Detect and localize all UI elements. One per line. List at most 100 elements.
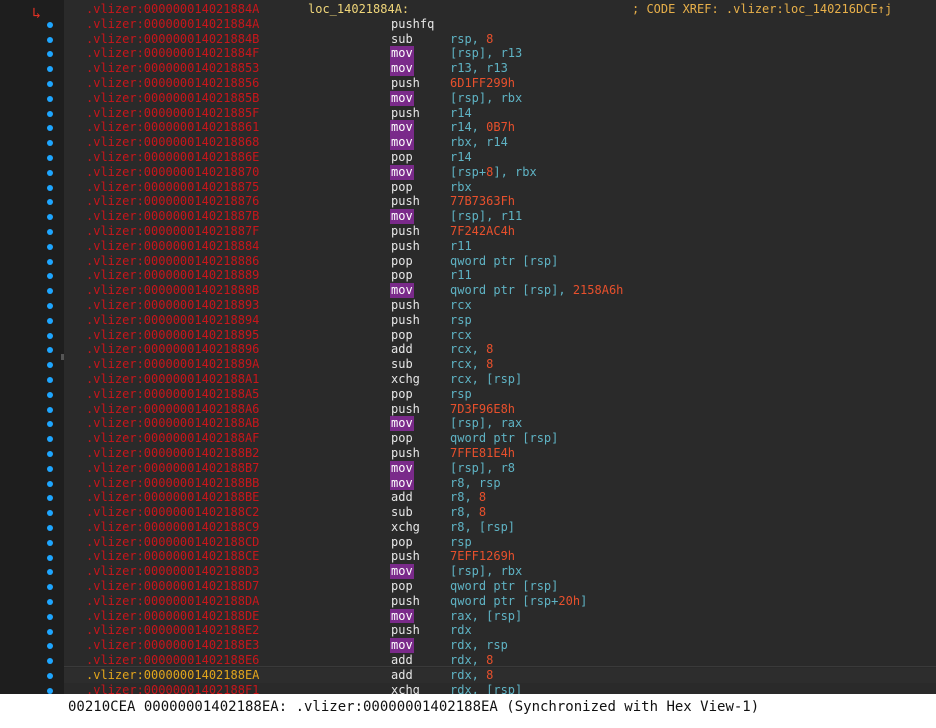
listing-line[interactable]: .vlizer:000000014021887B mov [rsp], r11 — [64, 209, 936, 224]
listing-line[interactable]: .vlizer:0000000140218893 push rcx — [64, 298, 936, 313]
line-address[interactable]: .vlizer:0000000140218861 — [86, 120, 259, 135]
instruction-operands[interactable]: rdx, 8 — [450, 668, 493, 683]
listing-line[interactable]: .vlizer:00000001402188A6 push 7D3F96E8h — [64, 402, 936, 417]
listing-line[interactable]: .vlizer:000000014021886E pop r14 — [64, 150, 936, 165]
line-address[interactable]: .vlizer:000000014021885F — [86, 106, 259, 121]
instruction-mnemonic[interactable]: mov — [390, 475, 414, 491]
line-address[interactable]: .vlizer:0000000140218856 — [86, 76, 259, 91]
line-address[interactable]: .vlizer:00000001402188D3 — [86, 564, 259, 579]
instruction-mnemonic[interactable]: push — [390, 313, 421, 328]
code-label[interactable]: loc_14021884A: — [308, 2, 409, 17]
listing-line[interactable]: .vlizer:0000000140218876 push 77B7363Fh — [64, 194, 936, 209]
instruction-mnemonic[interactable]: pop — [390, 328, 414, 343]
listing-line[interactable]: .vlizer:000000014021885F push r14 — [64, 106, 936, 121]
instruction-operands[interactable]: r8, 8 — [450, 505, 486, 520]
instruction-operands[interactable]: rcx — [450, 298, 472, 313]
listing-line[interactable]: .vlizer:00000001402188C9 xchg r8, [rsp] — [64, 520, 936, 535]
instruction-mnemonic[interactable]: push — [390, 224, 421, 239]
instruction-operands[interactable]: [rsp], rbx — [450, 91, 522, 106]
listing-line[interactable]: .vlizer:00000001402188C2 sub r8, 8 — [64, 505, 936, 520]
line-address[interactable]: .vlizer:00000001402188A6 — [86, 402, 259, 417]
listing-line[interactable]: .vlizer:000000014021885B mov [rsp], rbx — [64, 90, 936, 106]
instruction-mnemonic[interactable]: sub — [390, 505, 414, 520]
line-address[interactable]: .vlizer:00000001402188AF — [86, 431, 259, 446]
instruction-mnemonic[interactable]: mov — [390, 164, 414, 180]
line-address[interactable]: .vlizer:00000001402188C2 — [86, 505, 259, 520]
instruction-operands[interactable]: rsp — [450, 535, 472, 550]
line-address[interactable]: .vlizer:0000000140218853 — [86, 61, 259, 76]
instruction-operands[interactable]: r11 — [450, 268, 472, 283]
instruction-mnemonic[interactable]: pop — [390, 180, 414, 195]
instruction-mnemonic[interactable]: mov — [390, 90, 414, 106]
instruction-operands[interactable]: qword ptr [rsp] — [450, 254, 558, 269]
listing-line[interactable]: .vlizer:00000001402188DA push qword ptr [r… — [64, 594, 936, 609]
line-address[interactable]: .vlizer:0000000140218868 — [86, 135, 259, 150]
instruction-mnemonic[interactable]: push — [390, 194, 421, 209]
line-address[interactable]: .vlizer:00000001402188A5 — [86, 387, 259, 402]
line-address[interactable]: .vlizer:00000001402188BE — [86, 490, 259, 505]
listing-line[interactable]: .vlizer:00000001402188AF pop qword ptr [rs… — [64, 431, 936, 446]
instruction-mnemonic[interactable]: mov — [390, 416, 414, 432]
listing-line[interactable]: .vlizer:00000001402188BE add r8, 8 — [64, 490, 936, 505]
instruction-mnemonic[interactable]: pop — [390, 150, 414, 165]
listing-line[interactable]: .vlizer:0000000140218896 add rcx, 8 — [64, 342, 936, 357]
instruction-mnemonic[interactable]: xchg — [390, 372, 421, 387]
instruction-mnemonic[interactable]: xchg — [390, 520, 421, 535]
line-address[interactable]: .vlizer:0000000140218896 — [86, 342, 259, 357]
line-address[interactable]: .vlizer:0000000140218884 — [86, 239, 259, 254]
listing-line[interactable]: .vlizer:0000000140218895 pop rcx — [64, 328, 936, 343]
instruction-mnemonic[interactable]: pop — [390, 431, 414, 446]
instruction-operands[interactable]: 6D1FF299h — [450, 76, 515, 91]
instruction-mnemonic[interactable]: mov — [390, 120, 414, 136]
line-address[interactable]: .vlizer:000000014021886E — [86, 150, 259, 165]
instruction-operands[interactable]: [rsp], r11 — [450, 209, 522, 224]
listing-line[interactable]: .vlizer:00000001402188B2 push 7FFE81E4h — [64, 446, 936, 461]
disassembly-listing[interactable]: .vlizer:000000014021884A loc_14021884A: ; … — [64, 0, 936, 694]
instruction-operands[interactable]: rcx — [450, 328, 472, 343]
instruction-mnemonic[interactable]: pop — [390, 268, 414, 283]
instruction-operands[interactable]: r14 — [450, 150, 472, 165]
instruction-mnemonic[interactable]: push — [390, 239, 421, 254]
line-address[interactable]: .vlizer:0000000140218876 — [86, 194, 259, 209]
instruction-mnemonic[interactable]: mov — [390, 61, 414, 76]
line-address[interactable]: .vlizer:00000001402188B2 — [86, 446, 259, 461]
line-address[interactable]: .vlizer:00000001402188BB — [86, 476, 259, 491]
instruction-mnemonic[interactable]: mov — [390, 460, 414, 476]
instruction-mnemonic[interactable]: pop — [390, 254, 414, 269]
line-address[interactable]: .vlizer:00000001402188CE — [86, 549, 259, 564]
instruction-operands[interactable]: r13, r13 — [450, 61, 508, 76]
line-address[interactable]: .vlizer:0000000140218886 — [86, 254, 259, 269]
instruction-mnemonic[interactable]: sub — [390, 357, 414, 372]
instruction-mnemonic[interactable]: add — [390, 342, 414, 357]
xref-jump-arrow-icon[interactable]: ↳ — [32, 4, 41, 22]
listing-line[interactable]: .vlizer:00000001402188A1 xchg rcx, [rsp] — [64, 372, 936, 387]
listing-line[interactable]: .vlizer:0000000140218861 mov r14, 0B7h — [64, 120, 936, 136]
instruction-operands[interactable]: rdx, rsp — [450, 638, 508, 653]
instruction-operands[interactable]: rsp — [450, 387, 472, 402]
line-address[interactable]: .vlizer:00000001402188E3 — [86, 638, 259, 653]
instruction-operands[interactable]: [rsp+8], rbx — [450, 165, 537, 180]
line-address[interactable]: .vlizer:000000014021887F — [86, 224, 259, 239]
listing-line[interactable]: .vlizer:0000000140218886 pop qword ptr [rs… — [64, 254, 936, 269]
line-address[interactable]: .vlizer:000000014021884A — [86, 2, 259, 17]
instruction-mnemonic[interactable]: push — [390, 402, 421, 417]
instruction-operands[interactable]: [rsp], rbx — [450, 564, 522, 579]
instruction-mnemonic[interactable]: push — [390, 446, 421, 461]
line-address[interactable]: .vlizer:00000001402188DA — [86, 594, 259, 609]
listing-line[interactable]: .vlizer:00000001402188D3 mov [rsp], rbx — [64, 564, 936, 580]
listing-line[interactable]: .vlizer:0000000140218894 push rsp — [64, 313, 936, 328]
line-address[interactable]: .vlizer:000000014021888B — [86, 283, 259, 298]
instruction-mnemonic[interactable]: xchg — [390, 683, 421, 694]
instruction-operands[interactable]: rbx — [450, 180, 472, 195]
instruction-mnemonic[interactable]: push — [390, 549, 421, 564]
instruction-operands[interactable]: 7D3F96E8h — [450, 402, 515, 417]
line-address[interactable]: .vlizer:0000000140218875 — [86, 180, 259, 195]
instruction-operands[interactable]: qword ptr [rsp] — [450, 579, 558, 594]
instruction-mnemonic[interactable]: add — [390, 490, 414, 505]
instruction-mnemonic[interactable]: pushfq — [390, 17, 435, 32]
instruction-mnemonic[interactable]: push — [390, 594, 421, 609]
instruction-mnemonic[interactable]: mov — [390, 209, 414, 224]
instruction-operands[interactable]: r8, [rsp] — [450, 520, 515, 535]
xref-comment[interactable]: ; CODE XREF: .vlizer:loc_140216DCE↑j — [632, 2, 892, 17]
line-address[interactable]: .vlizer:00000001402188AB — [86, 416, 259, 431]
